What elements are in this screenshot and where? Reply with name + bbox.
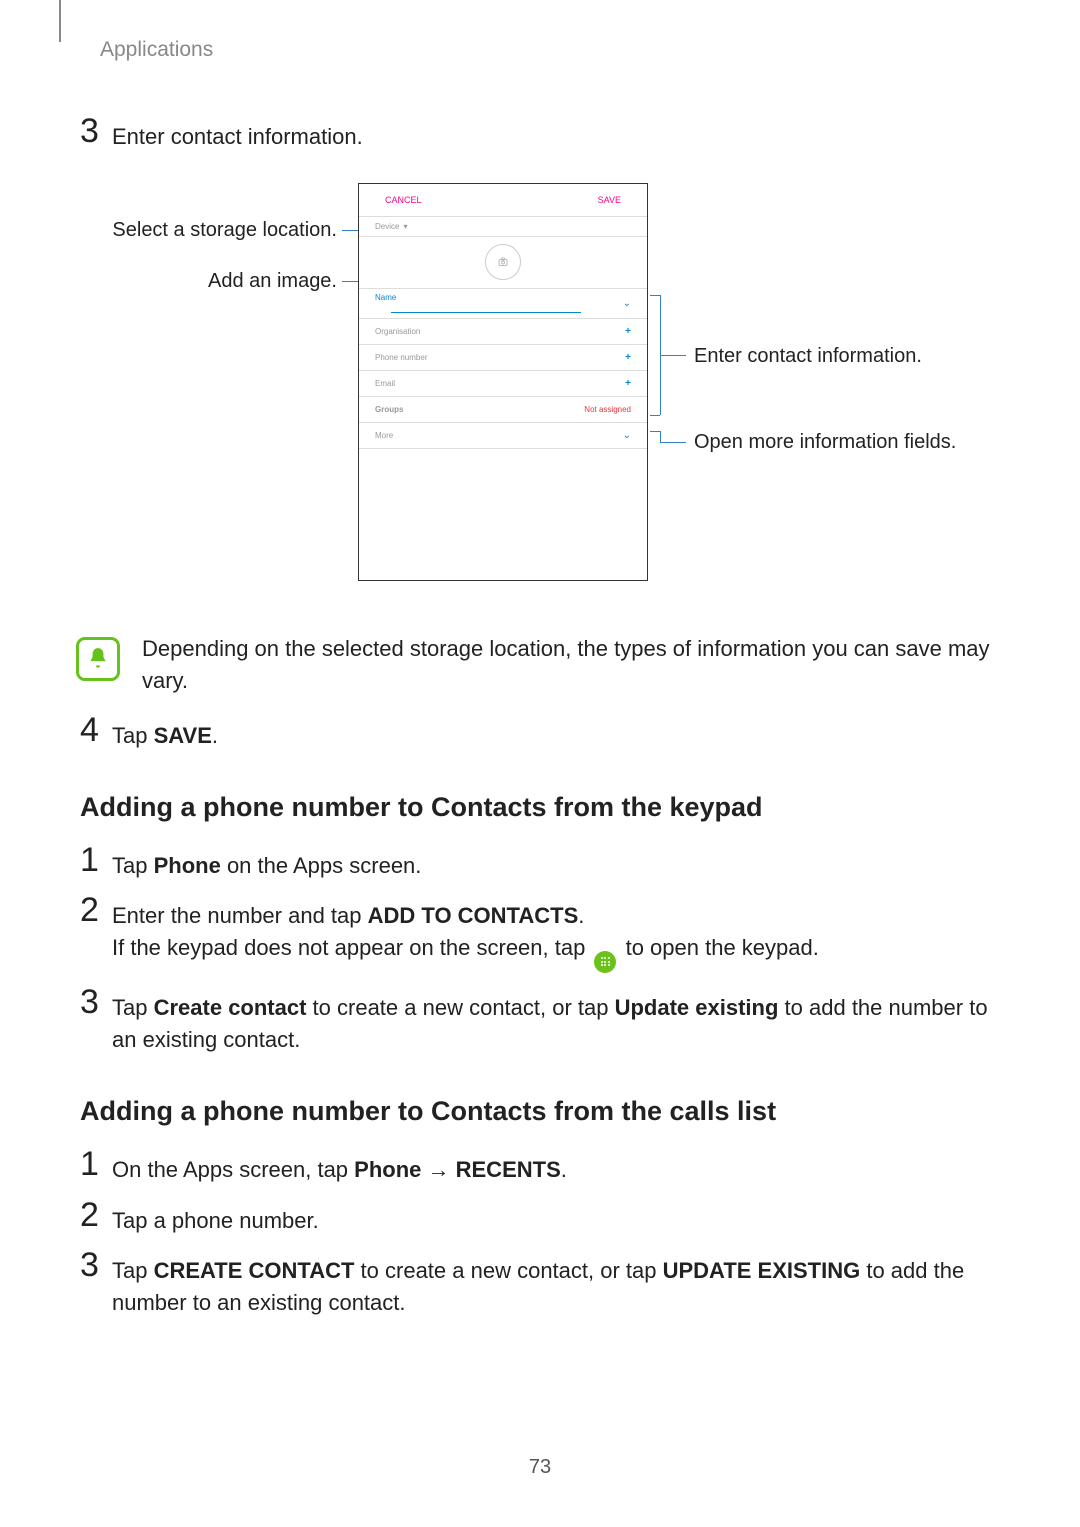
- callout-line: [660, 442, 686, 443]
- phone-not-assigned: Not assigned: [584, 405, 631, 414]
- step-text: Tap CREATE CONTACT to create a new conta…: [112, 1252, 1000, 1319]
- phone-save: SAVE: [598, 195, 621, 205]
- phone-org-field: Organisation +: [359, 318, 647, 344]
- callout-storage: Select a storage location.: [72, 219, 337, 242]
- side-marker: [59, 0, 61, 42]
- name-underline: [391, 312, 581, 313]
- step-text: Tap SAVE.: [112, 717, 1000, 752]
- note-bell-icon: [76, 637, 120, 681]
- step-4: 4 Tap SAVE.: [80, 717, 1000, 752]
- phone-name-label: Name: [375, 293, 581, 302]
- phone-cancel: CANCEL: [385, 195, 422, 205]
- callout-image: Add an image.: [72, 270, 337, 293]
- keypad-step-3: 3 Tap Create contact to create a new con…: [80, 989, 1000, 1056]
- section-heading-keypad: Adding a phone number to Contacts from t…: [80, 792, 1000, 823]
- camera-icon: [485, 244, 521, 280]
- phone-diagram: Select a storage location. Add an image.…: [80, 183, 1000, 603]
- step-number: 4: [80, 713, 112, 747]
- page-number: 73: [0, 1456, 1080, 1479]
- plus-icon: +: [625, 378, 631, 389]
- phone-email-field: Email +: [359, 370, 647, 396]
- phone-more-field: More ⌄: [359, 422, 647, 448]
- step-text: Tap a phone number.: [112, 1202, 1000, 1237]
- callout-line: [650, 295, 660, 296]
- phone-groups-field: Groups Not assigned: [359, 396, 647, 422]
- step-text: Enter the number and tap ADD TO CONTACTS…: [112, 897, 1000, 972]
- phone-more-label: More: [375, 431, 393, 440]
- page-content: 3 Enter contact information. Select a st…: [80, 118, 1000, 1335]
- calls-step-3: 3 Tap CREATE CONTACT to create a new con…: [80, 1252, 1000, 1319]
- phone-empty-area: [359, 448, 647, 449]
- keypad-step-1: 1 Tap Phone on the Apps screen.: [80, 847, 1000, 882]
- keypad-icon: [594, 951, 616, 973]
- step-text: Tap Phone on the Apps screen.: [112, 847, 1000, 882]
- phone-name-field: Name ⌄: [359, 288, 647, 318]
- phone-image-row: [359, 236, 647, 288]
- keypad-step-2: 2 Enter the number and tap ADD TO CONTAC…: [80, 897, 1000, 972]
- step-number: 1: [80, 1147, 112, 1181]
- callout-line: [650, 415, 660, 416]
- callout-line: [660, 355, 686, 356]
- chevron-down-icon: ▾: [403, 222, 407, 231]
- chevron-down-icon: ⌄: [623, 298, 631, 309]
- phone-phone-field: Phone number +: [359, 344, 647, 370]
- step-number: 3: [80, 114, 112, 148]
- phone-org-label: Organisation: [375, 327, 420, 336]
- phone-device-row: Device ▾: [359, 216, 647, 236]
- callout-info: Enter contact information.: [694, 345, 922, 368]
- phone-phone-label: Phone number: [375, 353, 427, 362]
- plus-icon: +: [625, 326, 631, 337]
- calls-step-1: 1 On the Apps screen, tap Phone → RECENT…: [80, 1151, 1000, 1186]
- step-number: 2: [80, 1198, 112, 1232]
- plus-icon: +: [625, 352, 631, 363]
- step-number: 3: [80, 1248, 112, 1282]
- phone-frame: CANCEL SAVE Device ▾ Name ⌄ Organisa: [358, 183, 648, 581]
- step-text: Tap Create contact to create a new conta…: [112, 989, 1000, 1056]
- phone-groups-label: Groups: [375, 405, 403, 414]
- calls-step-2: 2 Tap a phone number.: [80, 1202, 1000, 1237]
- step-number: 3: [80, 985, 112, 1019]
- phone-device-label: Device: [375, 222, 399, 231]
- step-number: 1: [80, 843, 112, 877]
- note-text: Depending on the selected storage locati…: [142, 633, 1000, 697]
- step-text: On the Apps screen, tap Phone → RECENTS.: [112, 1151, 1000, 1186]
- note-box: Depending on the selected storage locati…: [80, 633, 1000, 697]
- phone-topbar: CANCEL SAVE: [359, 184, 647, 216]
- breadcrumb: Applications: [100, 38, 213, 62]
- step-3: 3 Enter contact information.: [80, 118, 1000, 153]
- callout-more-fields: Open more information fields.: [694, 431, 956, 454]
- section-heading-calls: Adding a phone number to Contacts from t…: [80, 1096, 1000, 1127]
- phone-email-label: Email: [375, 379, 395, 388]
- step-number: 2: [80, 893, 112, 927]
- callout-line: [650, 431, 660, 432]
- step-text: Enter contact information.: [112, 118, 1000, 153]
- chevron-down-icon: ⌄: [623, 430, 631, 441]
